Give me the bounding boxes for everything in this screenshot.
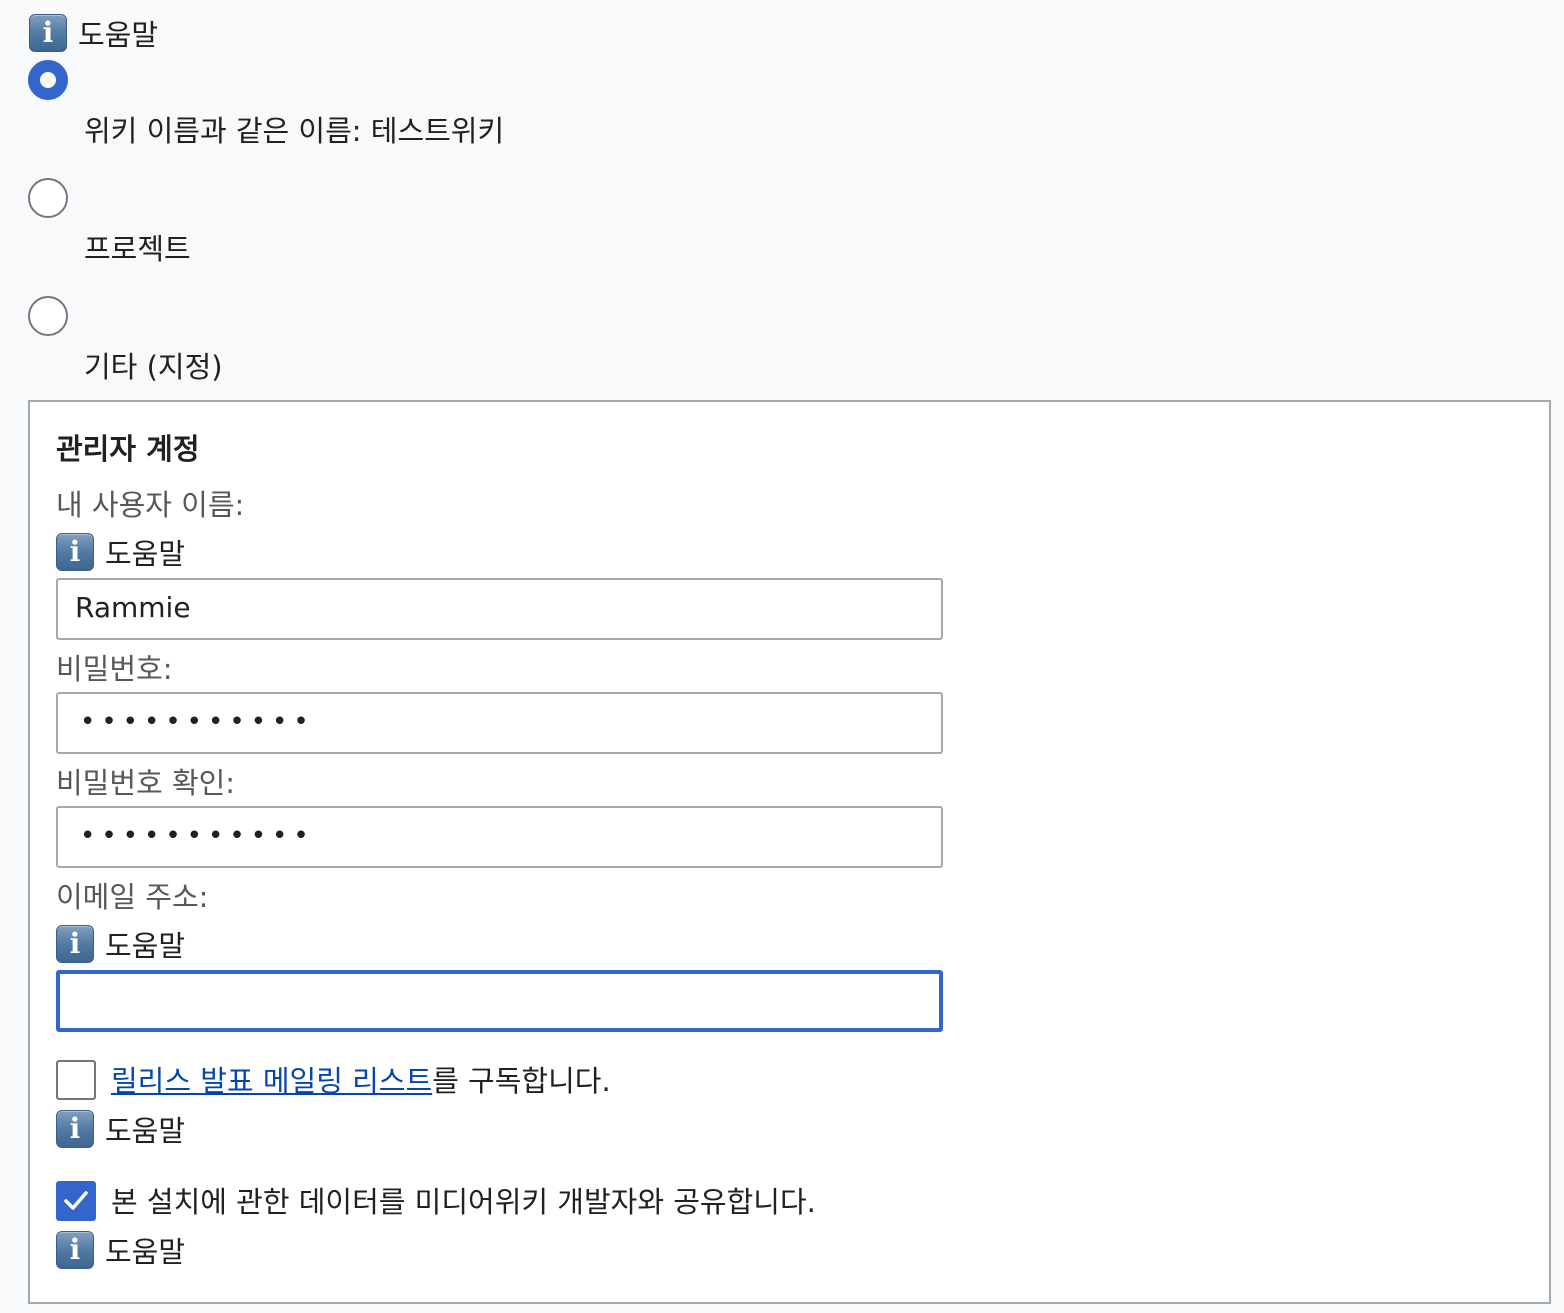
help-label: 도움말	[105, 537, 186, 571]
email-label: 이메일 주소:	[56, 880, 209, 914]
checkmark-icon	[64, 1191, 88, 1210]
help-label: 도움말	[105, 1114, 186, 1148]
info-icon: i	[56, 533, 94, 571]
email-input[interactable]	[56, 970, 943, 1032]
radio-other[interactable]	[28, 296, 68, 336]
radio-label-project[interactable]: 프로젝트	[84, 226, 191, 268]
password-confirm-label: 비밀번호 확인:	[56, 766, 236, 800]
username-input[interactable]: Rammie	[56, 578, 943, 640]
admin-account-legend: 관리자 계정	[56, 432, 200, 466]
help-link-username[interactable]: i 도움말	[56, 532, 185, 572]
password-label: 비밀번호:	[56, 652, 173, 686]
subscribe-checkbox[interactable]	[56, 1060, 96, 1100]
info-icon: i	[56, 1231, 94, 1269]
username-label: 내 사용자 이름:	[56, 488, 245, 522]
radio-same-as-wiki-name[interactable]	[28, 60, 68, 100]
info-icon: i	[56, 1110, 94, 1148]
help-link-email[interactable]: i 도움말	[56, 924, 185, 964]
help-label: 도움말	[78, 18, 159, 52]
subscribe-label: 릴리스 발표 메일링 리스트를 구독합니다.	[111, 1058, 611, 1100]
password-input[interactable]: •••••••••••	[56, 692, 943, 754]
help-link-share[interactable]: i 도움말	[56, 1230, 185, 1270]
help-link-subscribe[interactable]: i 도움말	[56, 1109, 185, 1149]
admin-account-fieldset: 관리자 계정 내 사용자 이름: i 도움말 Rammie 비밀번호: ••••…	[28, 400, 1551, 1304]
share-data-label: 본 설치에 관한 데이터를 미디어위키 개발자와 공유합니다.	[111, 1185, 816, 1219]
password-confirm-input[interactable]: •••••••••••	[56, 806, 943, 868]
help-label: 도움말	[105, 1235, 186, 1269]
subscribe-suffix: 를 구독합니다.	[432, 1064, 611, 1098]
info-icon: i	[56, 925, 94, 963]
share-data-checkbox[interactable]	[56, 1181, 96, 1221]
radio-label-same-as-wiki-name[interactable]: 위키 이름과 같은 이름: 테스트위키	[84, 108, 504, 150]
radio-label-other[interactable]: 기타 (지정)	[84, 344, 223, 386]
help-link-wiki-name[interactable]: i 도움말	[29, 13, 158, 53]
help-label: 도움말	[105, 929, 186, 963]
radio-project[interactable]	[28, 178, 68, 218]
mailing-list-link[interactable]: 릴리스 발표 메일링 리스트	[111, 1064, 432, 1098]
info-icon: i	[29, 14, 67, 52]
